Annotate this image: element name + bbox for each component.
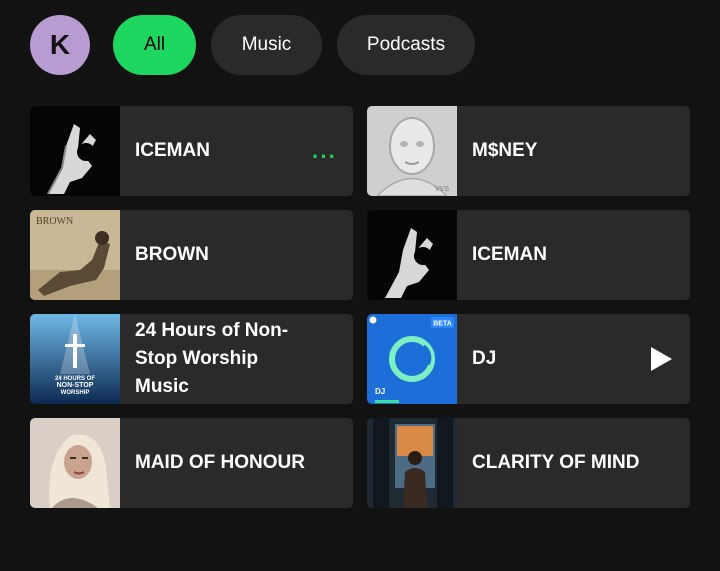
card-title: M$NEY [472, 140, 538, 161]
worship-cover-art: 24 HOURS OF NON-STOP WORSHIP [30, 314, 120, 404]
filter-chip-music[interactable]: Music [211, 15, 322, 75]
filter-bar: K All Music Podcasts [0, 0, 720, 90]
worship-art-text-3: WORSHIP [61, 390, 90, 396]
play-icon[interactable] [648, 346, 674, 372]
shortcut-card-dj[interactable]: BETA DJ DJ [367, 314, 690, 404]
profile-avatar[interactable]: K [30, 15, 90, 75]
dj-beta-badge: BETA [433, 321, 452, 328]
shortcut-card-worship[interactable]: 24 HOURS OF NON-STOP WORSHIP 24 Hours of… [30, 314, 353, 404]
card-title: ICEMAN [135, 140, 210, 161]
dj-art-label: DJ [375, 387, 385, 396]
brown-cover-art: BROWN [30, 210, 120, 300]
card-title: DJ [472, 348, 497, 369]
money-cover-art: VVS [367, 106, 457, 196]
brown-art-text: BROWN [36, 216, 73, 227]
card-title: CLARITY OF MIND [472, 452, 640, 473]
filter-chip-all[interactable]: All [113, 15, 196, 75]
iceman-cover-art [30, 106, 120, 196]
iceman-cover-art [367, 210, 457, 300]
now-playing-icon: ··· [312, 144, 337, 169]
clarity-of-mind-cover-art [367, 418, 457, 508]
shortcut-card-brown[interactable]: BROWN BROWN [30, 210, 353, 300]
shortcut-card-maid-of-honour[interactable]: MAID OF HONOUR [30, 418, 353, 508]
money-art-text: VVS [435, 186, 449, 193]
card-title: ICEMAN [472, 244, 547, 265]
filter-chip-podcasts[interactable]: Podcasts [337, 15, 475, 75]
shortcut-card-iceman-2[interactable]: ICEMAN [367, 210, 690, 300]
card-title: BROWN [135, 244, 209, 265]
card-title: 24 Hours of Non-Stop Worship Music [135, 320, 289, 397]
shortcut-card-money[interactable]: VVS M$NEY [367, 106, 690, 196]
worship-art-text-2: NON-STOP [57, 382, 94, 389]
dj-cover-art: BETA DJ [367, 314, 457, 404]
shortcut-card-iceman[interactable]: ICEMAN ··· [30, 106, 353, 196]
card-title: MAID OF HONOUR [135, 452, 305, 473]
shortcut-card-clarity-of-mind[interactable]: CLARITY OF MIND [367, 418, 690, 508]
maid-of-honour-cover-art [30, 418, 120, 508]
